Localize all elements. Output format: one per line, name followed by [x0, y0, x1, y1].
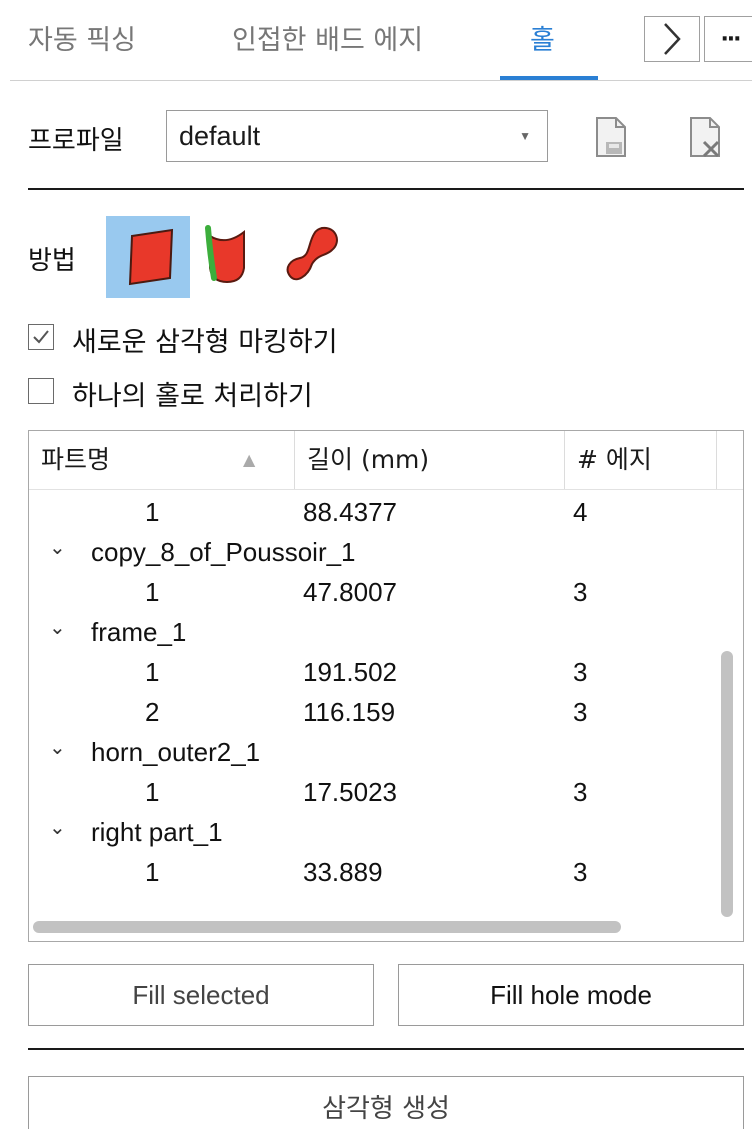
length-cell: 116.159: [303, 697, 396, 727]
part-name-cell: right part_1: [91, 817, 223, 847]
fill-selected-button[interactable]: Fill selected: [28, 964, 374, 1026]
hole-id-cell: 1: [145, 577, 160, 607]
profile-label: 프로파일: [28, 126, 124, 156]
hole-id-cell: 1: [145, 497, 160, 527]
checkmark-icon: [33, 330, 49, 344]
hole-id-cell: 1: [145, 657, 160, 687]
column-header-label: # 에지: [577, 445, 652, 474]
tab-overflow-button[interactable]: ···: [704, 16, 752, 62]
tab-scroll-next-button[interactable]: [644, 16, 700, 62]
profile-select[interactable]: default ▼: [166, 110, 548, 162]
edges-cell: 3: [573, 577, 588, 607]
column-header-length[interactable]: 길이 (mm): [295, 431, 565, 489]
hole-id-cell: 2: [145, 697, 160, 727]
fill-hole-mode-button[interactable]: Fill hole mode: [398, 964, 744, 1026]
part-name-cell: copy_8_of_Poussoir_1: [91, 537, 356, 567]
sort-ascending-icon: ▲: [243, 450, 256, 469]
expand-chevron-icon[interactable]: ⌄: [49, 815, 66, 840]
holes-table[interactable]: 파트명 ▲ 길이 (mm) # 에지 1 88.4377 4 ⌄ copy_8_…: [28, 430, 744, 942]
column-header-part-name[interactable]: 파트명 ▲: [29, 431, 295, 489]
mark-triangles-checkbox[interactable]: [28, 324, 54, 350]
hole-id-cell: 1: [145, 857, 160, 887]
tab-adjacent-bad-edges[interactable]: 인접한 배드 에지: [232, 18, 423, 57]
mark-triangles-label[interactable]: 새로운 삼각형 마킹하기: [72, 320, 338, 359]
edges-cell: 3: [573, 777, 588, 807]
edges-cell: 3: [573, 657, 588, 687]
length-cell: 33.889: [303, 857, 383, 887]
create-triangles-button[interactable]: 삼각형 생성: [28, 1076, 744, 1129]
planar-fill-icon[interactable]: [120, 226, 182, 288]
length-cell: 88.4377: [303, 497, 397, 527]
part-name-cell: frame_1: [91, 617, 187, 647]
freeform-fill-icon[interactable]: [202, 224, 252, 286]
tab-holes[interactable]: 홀: [530, 18, 555, 57]
method-label: 방법: [28, 246, 76, 276]
section-divider: [28, 1048, 744, 1050]
chevron-right-icon: [664, 23, 681, 55]
length-cell: 191.502: [303, 657, 397, 687]
horizontal-scrollbar[interactable]: [33, 921, 621, 933]
edges-cell: 3: [573, 857, 588, 887]
treat-as-one-hole-label[interactable]: 하나의 홀로 처리하기: [72, 374, 313, 413]
column-header-edges[interactable]: # 에지: [565, 431, 717, 489]
expand-chevron-icon[interactable]: ⌄: [49, 735, 66, 760]
column-header-label: 길이 (mm): [307, 445, 430, 474]
delete-profile-icon[interactable]: [688, 116, 722, 158]
dropdown-arrow-icon: ▼: [519, 129, 531, 143]
treat-as-one-hole-checkbox[interactable]: [28, 378, 54, 404]
part-name-cell: horn_outer2_1: [91, 737, 261, 767]
edges-cell: 3: [573, 697, 588, 727]
length-cell: 47.8007: [303, 577, 397, 607]
ribbon-fill-icon[interactable]: [282, 224, 344, 286]
more-icon: ···: [720, 26, 741, 52]
profile-value: default: [179, 121, 261, 151]
section-divider: [28, 188, 744, 190]
expand-chevron-icon[interactable]: ⌄: [49, 615, 66, 640]
new-profile-icon[interactable]: [594, 116, 628, 158]
hole-id-cell: 1: [145, 777, 160, 807]
table-header-divider: [29, 489, 743, 490]
edges-cell: 4: [573, 497, 588, 527]
length-cell: 17.5023: [303, 777, 397, 807]
vertical-scrollbar[interactable]: [721, 651, 733, 917]
column-header-label: 파트명: [41, 445, 111, 474]
tabs-divider: [10, 80, 752, 81]
expand-chevron-icon[interactable]: ⌄: [49, 535, 66, 560]
tab-auto-fix[interactable]: 자동 픽싱: [28, 18, 136, 57]
